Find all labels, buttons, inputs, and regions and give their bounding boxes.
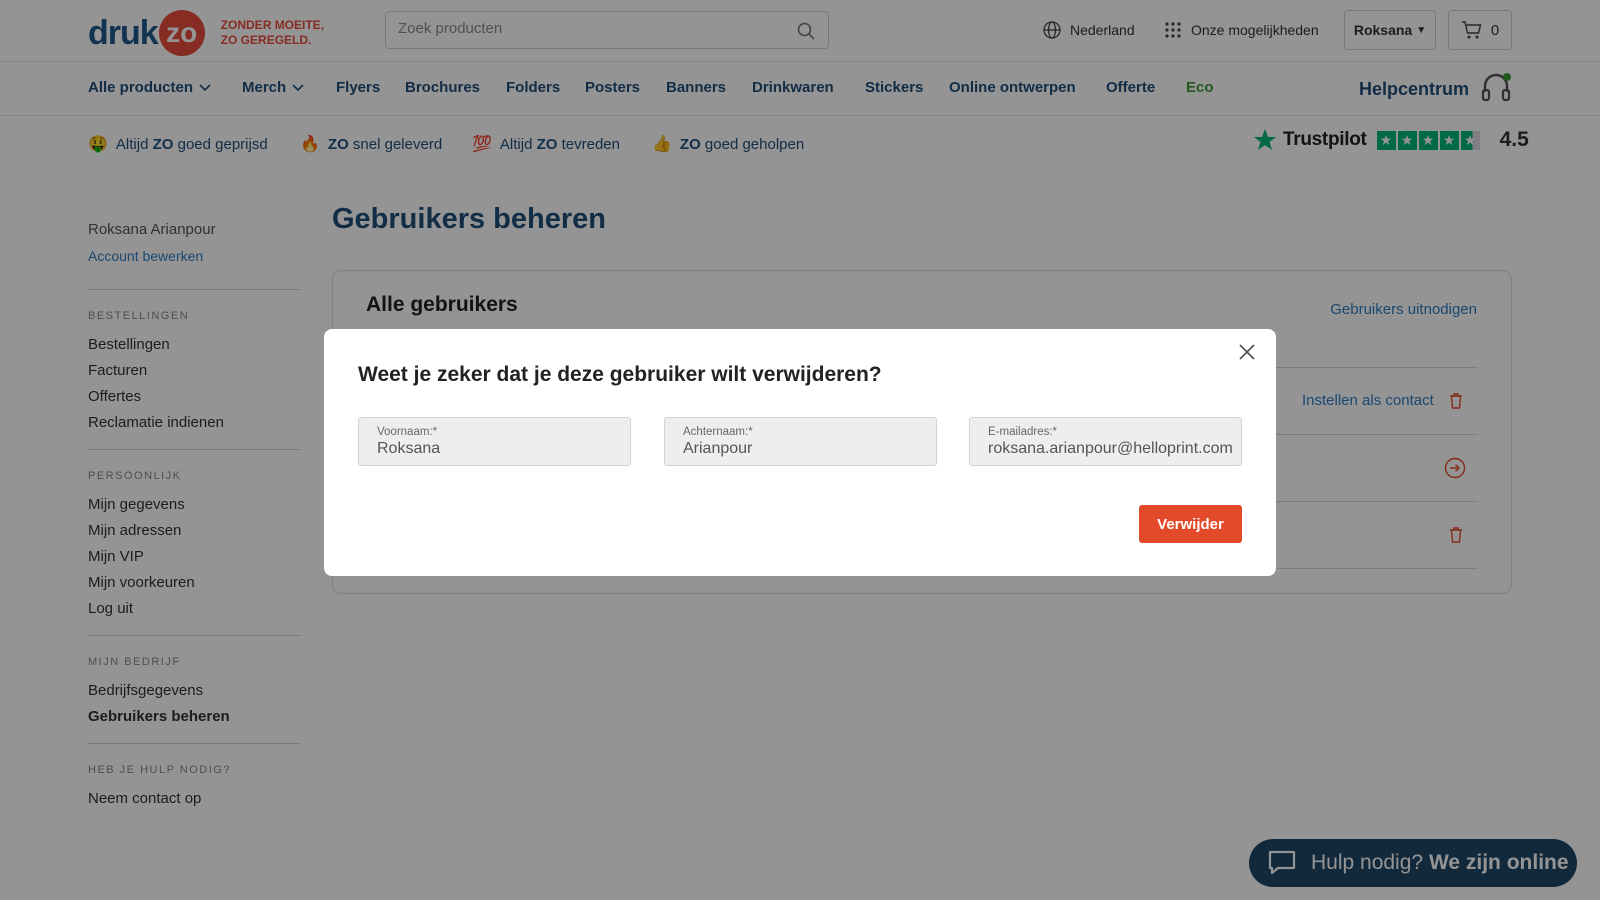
field-label: E-mailadres:*	[988, 426, 1058, 438]
field-label: Achternaam:*	[683, 426, 753, 438]
field-label: Voornaam:*	[377, 426, 438, 438]
field-value: Roksana	[377, 440, 441, 457]
delete-user-modal: Weet je zeker dat je deze gebruiker wilt…	[324, 329, 1276, 576]
close-icon[interactable]	[1236, 341, 1258, 363]
first-name-field[interactable]: Voornaam:* Roksana	[358, 417, 631, 466]
email-field[interactable]: E-mailadres:* roksana.arianpour@hellopri…	[969, 417, 1242, 466]
last-name-field[interactable]: Achternaam:* Arianpour	[664, 417, 937, 466]
field-value: roksana.arianpour@helloprint.com	[988, 440, 1232, 457]
field-value: Arianpour	[683, 440, 753, 457]
modal-title: Weet je zeker dat je deze gebruiker wilt…	[358, 363, 882, 386]
delete-button[interactable]: Verwijder	[1139, 505, 1242, 543]
